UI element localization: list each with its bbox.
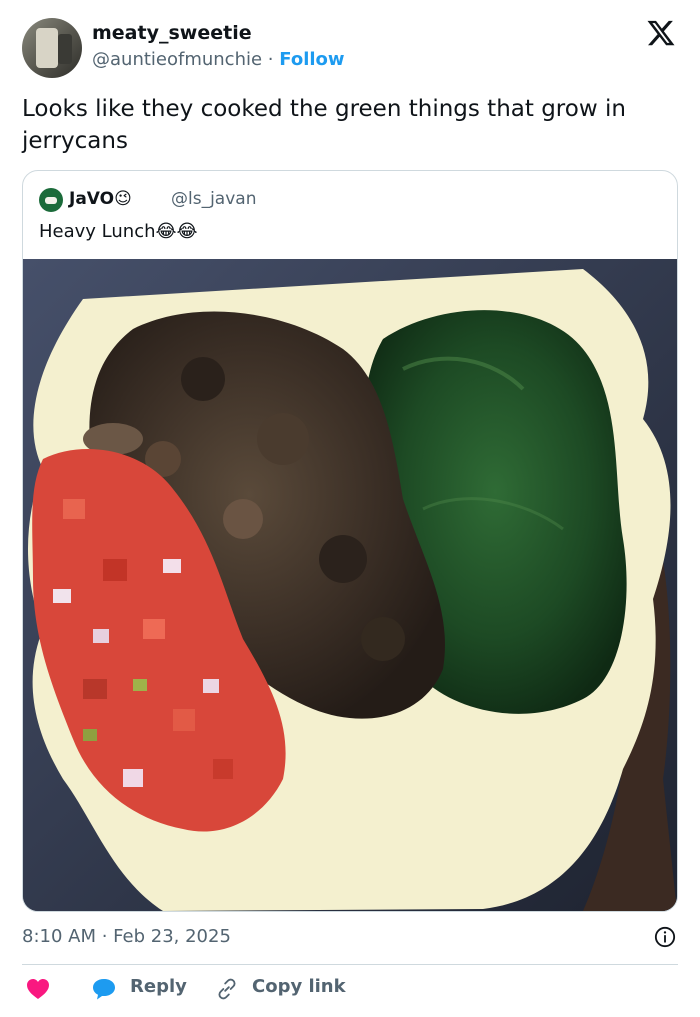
quoted-author-name[interactable]: JaVO😉 — [69, 189, 132, 209]
speech-bubble-icon[interactable] — [92, 978, 116, 1000]
reply-button[interactable]: Reply — [130, 976, 187, 997]
food-photo[interactable] — [23, 259, 677, 911]
tweet-header: meaty_sweetie @auntieofmunchie · Follow — [22, 18, 678, 78]
quoted-author-handle[interactable]: @ls_javan — [171, 189, 256, 209]
link-icon[interactable] — [216, 978, 238, 1000]
quoted-tweet-card[interactable]: JaVO😉 @ls_javan Heavy Lunch😂😂 — [22, 170, 678, 912]
quoted-tweet-text: Heavy Lunch😂😂 — [39, 221, 198, 242]
tweet-timestamp[interactable]: 8:10 AM · Feb 23, 2025 — [22, 926, 231, 947]
x-logo-icon[interactable] — [646, 18, 676, 48]
author-display-name[interactable]: meaty_sweetie — [92, 22, 252, 44]
separator-dot: · — [267, 49, 274, 70]
follow-button[interactable]: Follow — [279, 49, 344, 70]
actions-divider — [22, 964, 678, 965]
tweet-text: Looks like they cooked the green things … — [22, 96, 626, 154]
author-avatar[interactable] — [22, 18, 82, 78]
author-handle-row: @auntieofmunchie · Follow — [92, 49, 345, 70]
author-handle[interactable]: @auntieofmunchie — [92, 49, 262, 70]
quoted-author-avatar[interactable] — [39, 188, 63, 212]
heart-icon[interactable] — [26, 978, 50, 1000]
copy-link-button[interactable]: Copy link — [252, 976, 346, 997]
info-icon[interactable] — [654, 926, 676, 948]
